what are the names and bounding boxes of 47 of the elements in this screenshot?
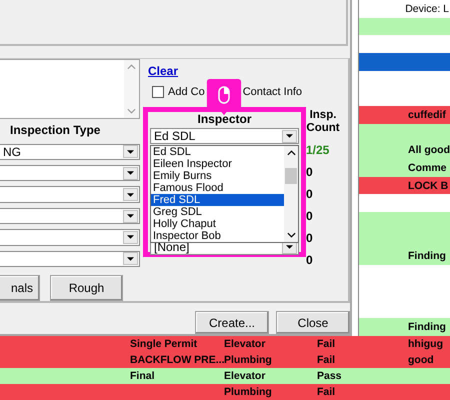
inspection-type-dropdown[interactable]: NG <box>0 144 140 160</box>
count-value: 1/25 <box>306 143 330 157</box>
list-item[interactable]: Famous Flood <box>151 182 284 194</box>
table-cell: BACKFLOW PRE... <box>130 354 224 366</box>
table-cell: Plumbing <box>224 386 272 398</box>
count-value: 0 <box>306 209 313 223</box>
table-cell: hhigug <box>408 338 443 350</box>
preset-button[interactable]: nals <box>0 274 40 301</box>
list-item[interactable]: Fred SDL <box>151 194 284 206</box>
count-value: 0 <box>306 231 313 245</box>
list-item[interactable]: Greg SDL <box>151 206 284 218</box>
table-cell: good <box>408 354 434 366</box>
table-cell: cuffedif <box>408 108 446 121</box>
dialog-button[interactable]: Close <box>276 311 350 334</box>
preset-button[interactable]: Rough <box>50 274 123 301</box>
column-header: Count <box>306 122 340 135</box>
table-cell: Plumbing <box>224 354 272 366</box>
dialog-button[interactable]: Create... <box>195 311 269 334</box>
list-item[interactable]: Eileen Inspector <box>151 158 284 170</box>
table-cell: Elevator <box>224 338 266 350</box>
list-item[interactable]: Holly Chaput <box>151 218 284 230</box>
count-value: 0 <box>306 187 313 201</box>
list-item[interactable]: Ed SDL <box>151 146 284 158</box>
table-cell: Finding <box>408 320 446 333</box>
table-cell: Pass <box>317 370 342 382</box>
list-item[interactable]: Emily Burns <box>151 170 284 182</box>
column-header: Inspector <box>197 112 252 126</box>
column-header: Insp. <box>310 109 336 122</box>
table-cell: Final <box>130 370 155 382</box>
table-cell: Single Permit <box>130 338 198 350</box>
table-cell: Fail <box>317 354 336 366</box>
table-cell: LOCK B <box>408 180 448 192</box>
count-value: 0 <box>306 165 313 179</box>
table-cell: Fail <box>317 338 336 350</box>
table-cell: Comme <box>408 162 447 174</box>
list-item[interactable]: Inspector Bob <box>151 230 284 242</box>
table-cell: All good <box>408 144 450 156</box>
checkbox-label: Add Co <box>168 86 205 98</box>
count-value: 0 <box>306 253 313 267</box>
checkbox-label: Contact Info <box>242 86 302 98</box>
inspector-dropdown[interactable]: Ed SDL <box>150 128 299 144</box>
table-cell: Device: L <box>405 2 449 15</box>
column-header: Inspection Type <box>10 123 100 138</box>
clear-link[interactable]: Clear <box>148 64 178 78</box>
table-cell: Fail <box>317 386 336 398</box>
table-cell: Finding <box>408 250 446 262</box>
table-cell: Elevator <box>224 370 266 382</box>
